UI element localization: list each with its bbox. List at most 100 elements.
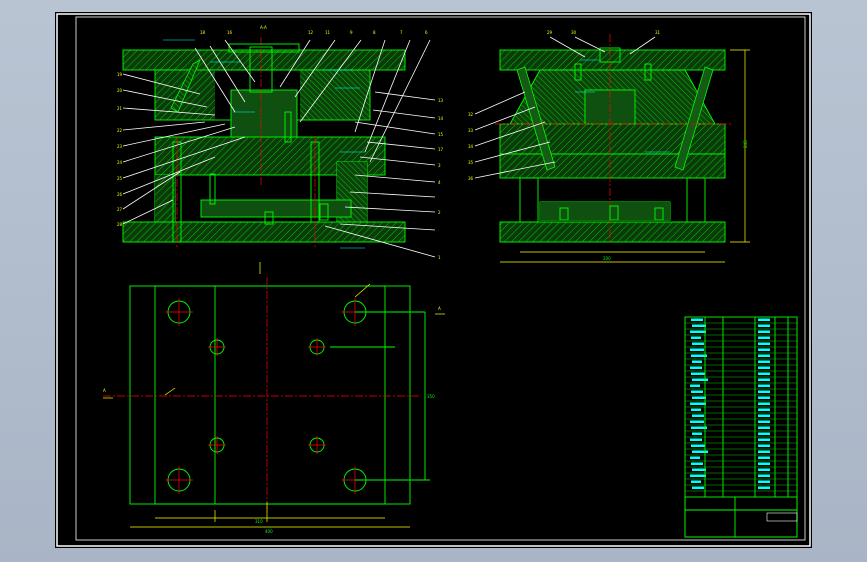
section-marker-a1: A	[103, 388, 106, 393]
dim-right-view-height: 245	[743, 140, 748, 148]
balloon-top-5: 8	[373, 30, 376, 35]
title-block-cell-text	[691, 390, 703, 393]
title-block-cell-text	[690, 348, 704, 351]
title-block	[684, 316, 798, 538]
balloon-top-6: 7	[400, 30, 403, 35]
title-block-cell-text	[690, 366, 702, 369]
title-block-cell-text	[758, 384, 770, 387]
cad-viewport[interactable]: A-A 18 16 12 11 9 8 7 6 19 20 21 22 23 2…	[55, 12, 812, 548]
dim-bottom-inner: 310	[255, 519, 263, 524]
title-block-rows	[685, 318, 797, 492]
title-block-cell-text	[758, 318, 770, 321]
title-block-cell-text	[691, 444, 705, 447]
balloon-right-5: 4	[438, 180, 441, 185]
title-block-cell-text	[690, 420, 704, 423]
title-block-cell-text	[758, 414, 770, 417]
title-block-cell-text	[691, 408, 701, 411]
balloon-right-1: 14	[438, 116, 444, 121]
title-block-cell-text	[692, 486, 704, 489]
title-block-cell-text	[691, 336, 701, 339]
title-block-cell-text	[758, 390, 770, 393]
balloon-top-2: 12	[308, 30, 314, 35]
title-block-cell-text	[758, 432, 770, 435]
balloon-top-3: 11	[325, 30, 331, 35]
title-block-cell-text	[758, 402, 770, 405]
dim-plate-height: 350	[427, 394, 435, 399]
title-block-cell-text	[758, 324, 770, 327]
title-block-cell-text	[690, 474, 706, 477]
title-block-cell-text	[758, 468, 770, 471]
side-view: 200 245 29 30 31 32 33 34 35 36	[468, 30, 750, 263]
section-title: A-A	[260, 25, 267, 30]
right-label-left-1: 33	[468, 128, 474, 133]
right-label-left-0: 32	[468, 112, 474, 117]
title-block-cell-text	[758, 360, 770, 363]
title-block-cell-text	[691, 462, 703, 465]
title-block-cell-text	[690, 330, 706, 333]
title-block-cell-text	[691, 372, 705, 375]
right-label-left-4: 36	[468, 176, 474, 181]
title-block-cell-text	[692, 378, 708, 381]
title-block-cell-text	[692, 468, 706, 471]
balloon-left-6: 25	[117, 176, 123, 181]
title-block-cell-text	[692, 342, 704, 345]
title-block-cell-text	[690, 438, 702, 441]
title-block-header	[766, 512, 798, 522]
title-block-cell-text	[758, 366, 770, 369]
title-block-cell-text	[758, 348, 770, 351]
title-block-cell-text	[692, 396, 706, 399]
balloon-right-6: 2	[438, 210, 441, 215]
title-block-cell-text	[758, 426, 770, 429]
title-block-cell-text	[692, 324, 706, 327]
title-block-cell-text	[691, 318, 703, 321]
title-block-cell-text	[690, 402, 706, 405]
balloon-right-2: 15	[438, 132, 444, 137]
balloon-top-0: 18	[200, 30, 206, 35]
balloon-right-0: 13	[438, 98, 444, 103]
title-block-cell-text	[758, 480, 770, 483]
title-block-cell-text	[758, 456, 770, 459]
title-block-cell-text	[758, 474, 770, 477]
balloon-top-7: 6	[425, 30, 428, 35]
right-label-top-2: 31	[655, 30, 661, 35]
title-block-cell-text	[692, 432, 702, 435]
title-block-cell-text	[758, 438, 770, 441]
balloon-top-4: 9	[350, 30, 353, 35]
right-label-top-0: 29	[547, 30, 553, 35]
title-block-cell-text	[758, 396, 770, 399]
title-block-cell-text	[690, 384, 700, 387]
title-block-cell-text	[758, 486, 770, 489]
right-label-left-2: 34	[468, 144, 474, 149]
title-block-cell-text	[758, 420, 770, 423]
section-view-aa: A-A 18 16 12 11 9 8 7 6 19 20 21 22 23 2…	[117, 25, 444, 260]
section-marker-a2: A	[438, 306, 441, 311]
title-block-cell-text	[758, 372, 770, 375]
balloon-left-5: 24	[117, 160, 123, 165]
balloon-top-1: 16	[227, 30, 233, 35]
balloon-left-1: 20	[117, 88, 123, 93]
dim-bottom-width: 400	[265, 529, 273, 534]
title-block-cell-text	[758, 444, 770, 447]
right-label-top-1: 30	[571, 30, 577, 35]
balloon-left-7: 26	[117, 192, 123, 197]
title-block-cell-text	[692, 414, 704, 417]
right-label-left-3: 35	[468, 160, 474, 165]
title-block-cell-text	[758, 378, 770, 381]
balloon-right-3: 17	[438, 147, 444, 152]
title-block-cell-text	[692, 450, 708, 453]
title-block-cell-text	[758, 342, 770, 345]
balloon-left-4: 23	[117, 144, 123, 149]
title-block-cell-text	[758, 450, 770, 453]
title-block-cell-text	[758, 330, 770, 333]
mold-assembly-drawing: A-A 18 16 12 11 9 8 7 6 19 20 21 22 23 2…	[56, 13, 811, 547]
title-block-cell-text	[692, 360, 702, 363]
title-block-cell-text	[758, 462, 770, 465]
balloon-left-2: 21	[117, 106, 123, 111]
plan-view: 400 310 350 A A	[103, 262, 445, 534]
title-block-cell-text	[758, 408, 770, 411]
balloon-left-8: 27	[117, 207, 123, 212]
title-block-cell-text	[691, 480, 701, 483]
title-block-cell-text	[758, 336, 770, 339]
balloon-left-0: 19	[117, 72, 123, 77]
balloon-right-4: 3	[438, 163, 441, 168]
